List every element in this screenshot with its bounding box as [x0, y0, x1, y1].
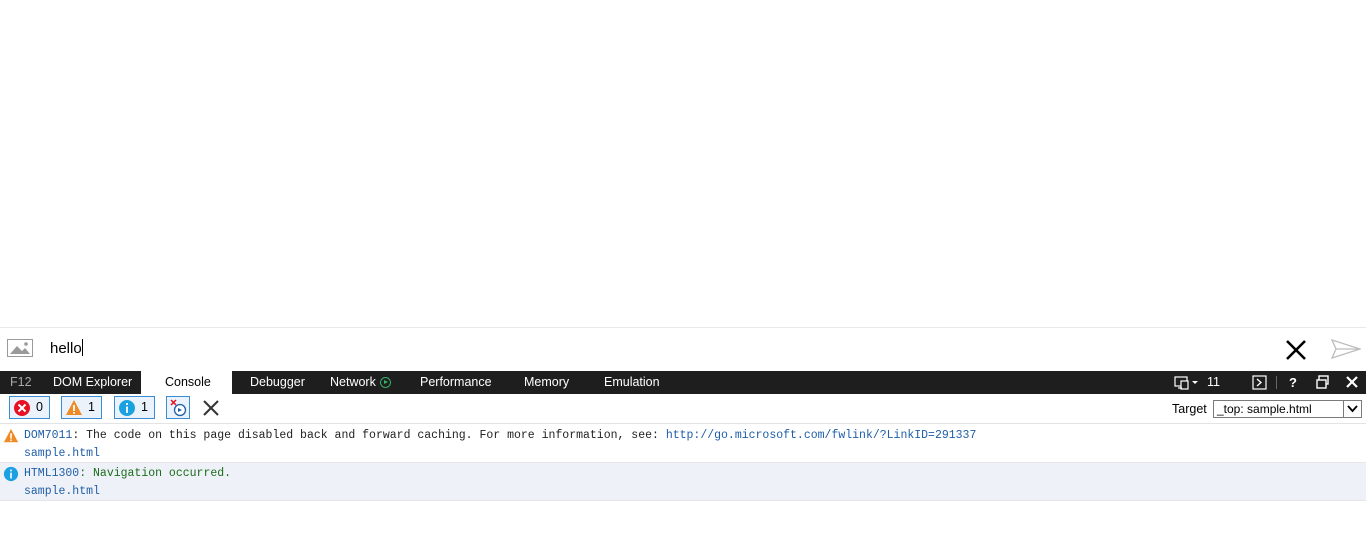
message-input-value: hello [50, 340, 82, 357]
close-devtools-icon[interactable] [1345, 371, 1359, 394]
message-input[interactable]: hello [50, 338, 650, 360]
console-output: DOM7011: The code on this page disabled … [0, 425, 1366, 501]
play-icon [379, 377, 391, 388]
text-caret [81, 339, 83, 356]
warnings-filter-button[interactable]: 1 [61, 396, 102, 419]
message-link[interactable]: http://go.microsoft.com/fwlink/?LinkID=2… [666, 429, 977, 442]
message-source-link[interactable]: sample.html [24, 447, 100, 460]
tab-performance[interactable]: Performance [420, 371, 492, 394]
info-icon [3, 466, 19, 486]
close-icon[interactable] [1285, 339, 1307, 361]
console-prompt-icon[interactable] [1252, 371, 1268, 394]
tab-console-label: Console [165, 375, 211, 389]
warning-icon [3, 428, 19, 448]
svg-text:?: ? [1289, 375, 1297, 390]
target-label: Target [1172, 402, 1207, 416]
message-text: : The code on this page disabled back an… [72, 429, 666, 442]
tab-emulation[interactable]: Emulation [604, 371, 660, 394]
message-code[interactable]: HTML1300 [24, 467, 79, 480]
document-mode-value: 11 [1207, 375, 1220, 389]
clear-console-icon[interactable] [203, 400, 219, 416]
tab-dom-explorer[interactable]: DOM Explorer [53, 371, 132, 394]
errors-filter-button[interactable]: 0 [9, 396, 50, 419]
tab-debugger[interactable]: Debugger [250, 371, 305, 394]
message-code[interactable]: DOM7011 [24, 429, 72, 442]
send-icon[interactable] [1330, 338, 1363, 360]
tab-network-label: Network [330, 375, 376, 389]
help-icon[interactable]: ? [1287, 371, 1299, 394]
info-icon [119, 400, 135, 416]
messages-filter-button[interactable]: 1 [114, 396, 155, 419]
tab-console[interactable]: Console [141, 371, 232, 394]
monitor-icon [1174, 376, 1198, 390]
console-message-warning: DOM7011: The code on this page disabled … [0, 425, 1366, 463]
image-icon[interactable] [7, 339, 33, 357]
warnings-count: 1 [88, 400, 95, 414]
console-toolbar: 0 1 1 Target _top: sample.html [0, 394, 1366, 424]
messages-count: 1 [141, 400, 148, 414]
f12-label: F12 [10, 375, 32, 389]
clear-on-navigate-icon [170, 399, 187, 417]
message-input-bar: hello [0, 327, 1366, 369]
tab-memory[interactable]: Memory [524, 371, 569, 394]
error-icon [14, 400, 30, 416]
chevron-down-icon [1343, 401, 1361, 417]
tab-network[interactable]: Network [330, 371, 391, 394]
toolbar-divider [1276, 376, 1277, 389]
message-source-link[interactable]: sample.html [24, 485, 100, 498]
document-mode-dropdown[interactable] [1174, 371, 1202, 394]
target-value: _top: sample.html [1217, 402, 1312, 416]
errors-count: 0 [36, 400, 43, 414]
undock-icon[interactable] [1316, 371, 1330, 394]
devtools-tab-bar: F12 DOM Explorer Console Debugger Networ… [0, 371, 1366, 394]
clear-on-navigate-button[interactable] [166, 396, 190, 419]
message-text: : Navigation occurred. [79, 467, 232, 480]
target-select[interactable]: _top: sample.html [1213, 400, 1362, 418]
warning-icon [66, 400, 82, 415]
console-message-info: HTML1300: Navigation occurred. sample.ht… [0, 463, 1366, 501]
